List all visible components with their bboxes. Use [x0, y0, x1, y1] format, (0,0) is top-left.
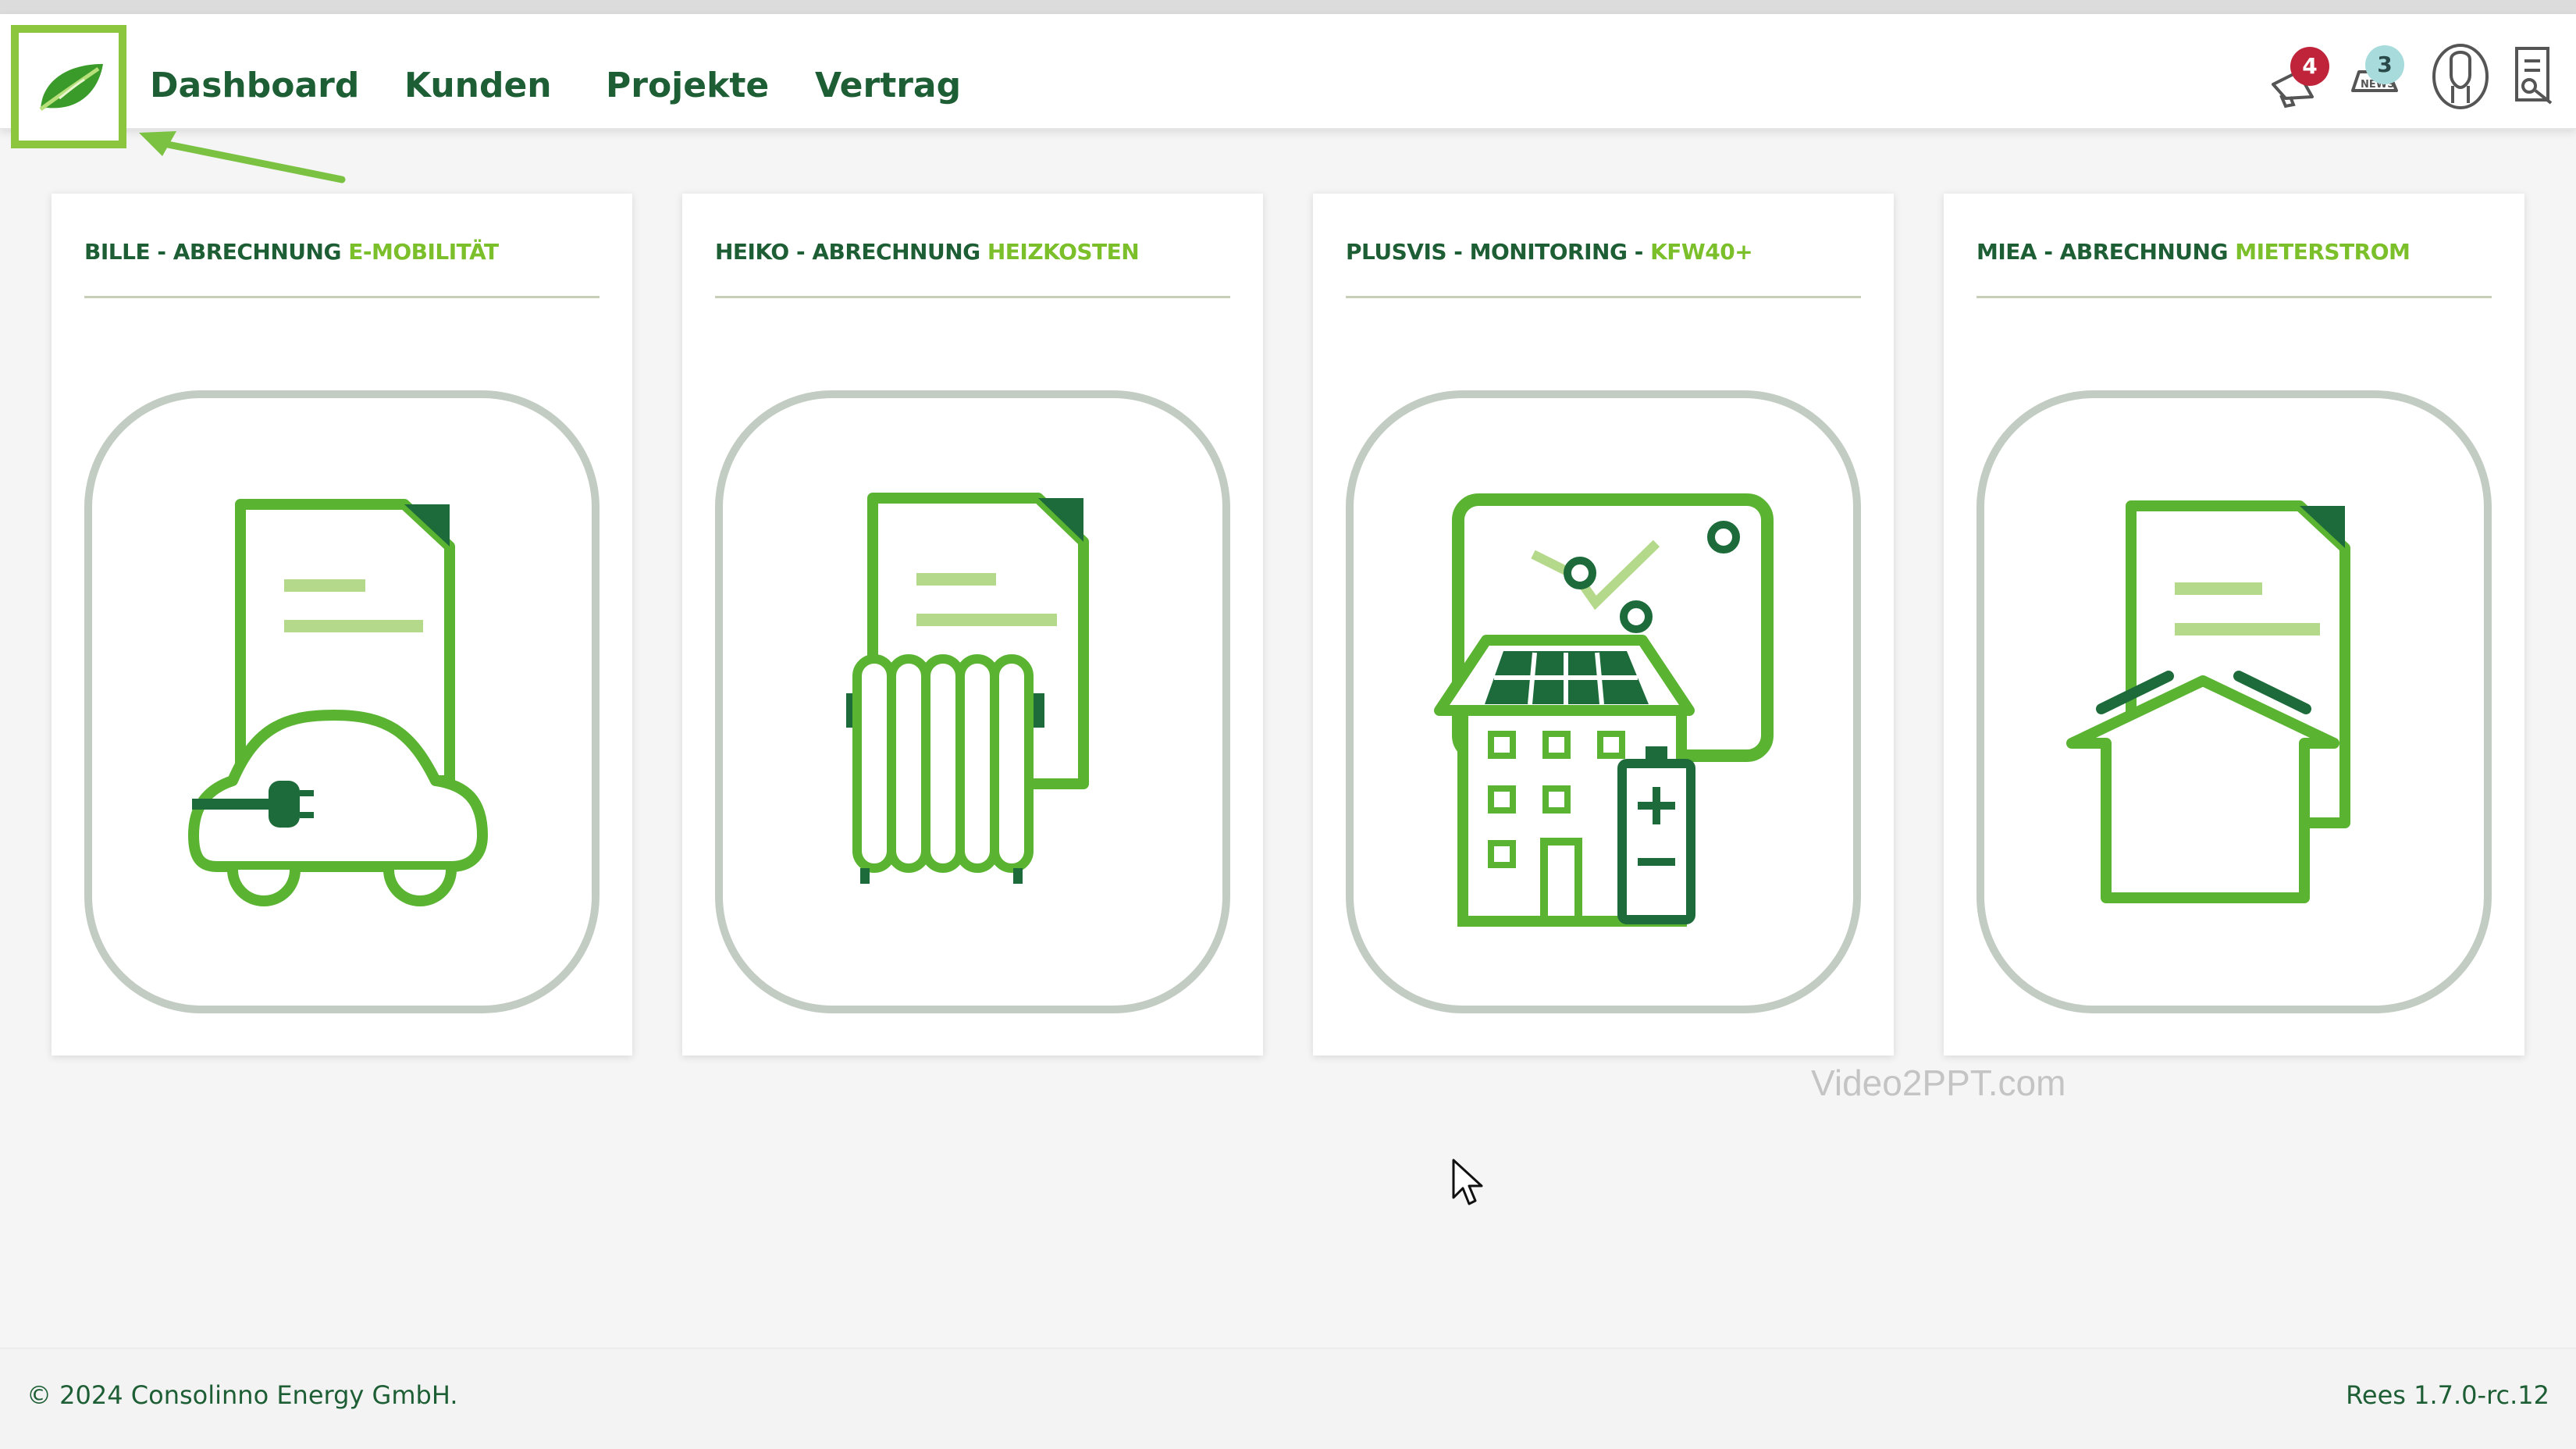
browser-top-strip [0, 0, 2576, 14]
card-tile [715, 390, 1230, 1013]
user-menu-button[interactable] [2429, 41, 2492, 111]
footer: © 2024 Consolinno Energy GmbH. Rees 1.7.… [0, 1348, 2576, 1449]
card-title-prefix: HEIKO - ABRECHNUNG [715, 239, 987, 265]
nav-link-dashboard[interactable]: Dashboard [150, 62, 359, 109]
nav-link-kunden[interactable]: Kunden [404, 62, 552, 109]
documents-button[interactable] [2507, 44, 2562, 108]
heating-billing-icon [846, 493, 1089, 884]
news-button[interactable]: NEWS 3 [2347, 41, 2417, 111]
annotation-arrow [139, 131, 346, 183]
card-title-highlight: KFW40+ [1650, 239, 1753, 265]
tenant-power-icon [2066, 500, 2350, 903]
footer-version: Rees 1.7.0-rc.12 [2346, 1380, 2549, 1410]
card-title: MIEA - ABRECHNUNG MIETERSTROM [1976, 239, 2492, 298]
card-title-highlight: HEIZKOSTEN [987, 239, 1140, 265]
card-title: BILLE - ABRECHNUNG E-MOBILITÄT [84, 239, 600, 298]
user-icon [2432, 44, 2489, 109]
nav-link-vertrag[interactable]: Vertrag [815, 62, 961, 109]
card-title: PLUSVIS - MONITORING - KFW40+ [1346, 239, 1861, 298]
card-title: HEIKO - ABRECHNUNG HEIZKOSTEN [715, 239, 1230, 298]
card-title-prefix: BILLE - ABRECHNUNG [84, 239, 349, 265]
navbar: Dashboard Kunden Projekte Vertrag 4 NEWS… [0, 14, 2576, 183]
card-title-highlight: E-MOBILITÄT [348, 239, 499, 265]
footer-copyright: © 2024 Consolinno Energy GmbH. [27, 1380, 458, 1410]
card-tile [84, 390, 600, 1013]
watermark: Video2PPT.com [1811, 1063, 2066, 1103]
card-plusvis[interactable]: PLUSVIS - MONITORING - KFW40+ [1313, 194, 1894, 1056]
home-logo-button[interactable] [11, 25, 126, 148]
card-tile [1976, 390, 2492, 1013]
card-miea[interactable]: MIEA - ABRECHNUNG MIETERSTROM [1944, 194, 2524, 1056]
notifications-button[interactable]: 4 [2264, 41, 2334, 111]
card-title-highlight: MIETERSTROM [2235, 239, 2411, 265]
document-icon [2515, 47, 2553, 105]
ev-billing-icon [188, 499, 488, 906]
notifications-count-badge: 4 [2290, 47, 2329, 86]
leaf-logo-icon [39, 64, 103, 112]
card-bille[interactable]: BILLE - ABRECHNUNG E-MOBILITÄT [52, 194, 632, 1056]
building-monitoring-icon [1434, 493, 1774, 927]
card-heiko[interactable]: HEIKO - ABRECHNUNG HEIZKOSTEN [682, 194, 1263, 1056]
card-tile [1346, 390, 1861, 1013]
mouse-cursor-icon [1452, 1159, 1483, 1205]
card-title-prefix: MIEA - ABRECHNUNG [1976, 239, 2236, 265]
card-title-prefix: PLUSVIS - MONITORING - [1346, 239, 1651, 265]
messages-count-badge: 3 [2365, 45, 2404, 84]
nav-link-projekte[interactable]: Projekte [606, 62, 769, 109]
